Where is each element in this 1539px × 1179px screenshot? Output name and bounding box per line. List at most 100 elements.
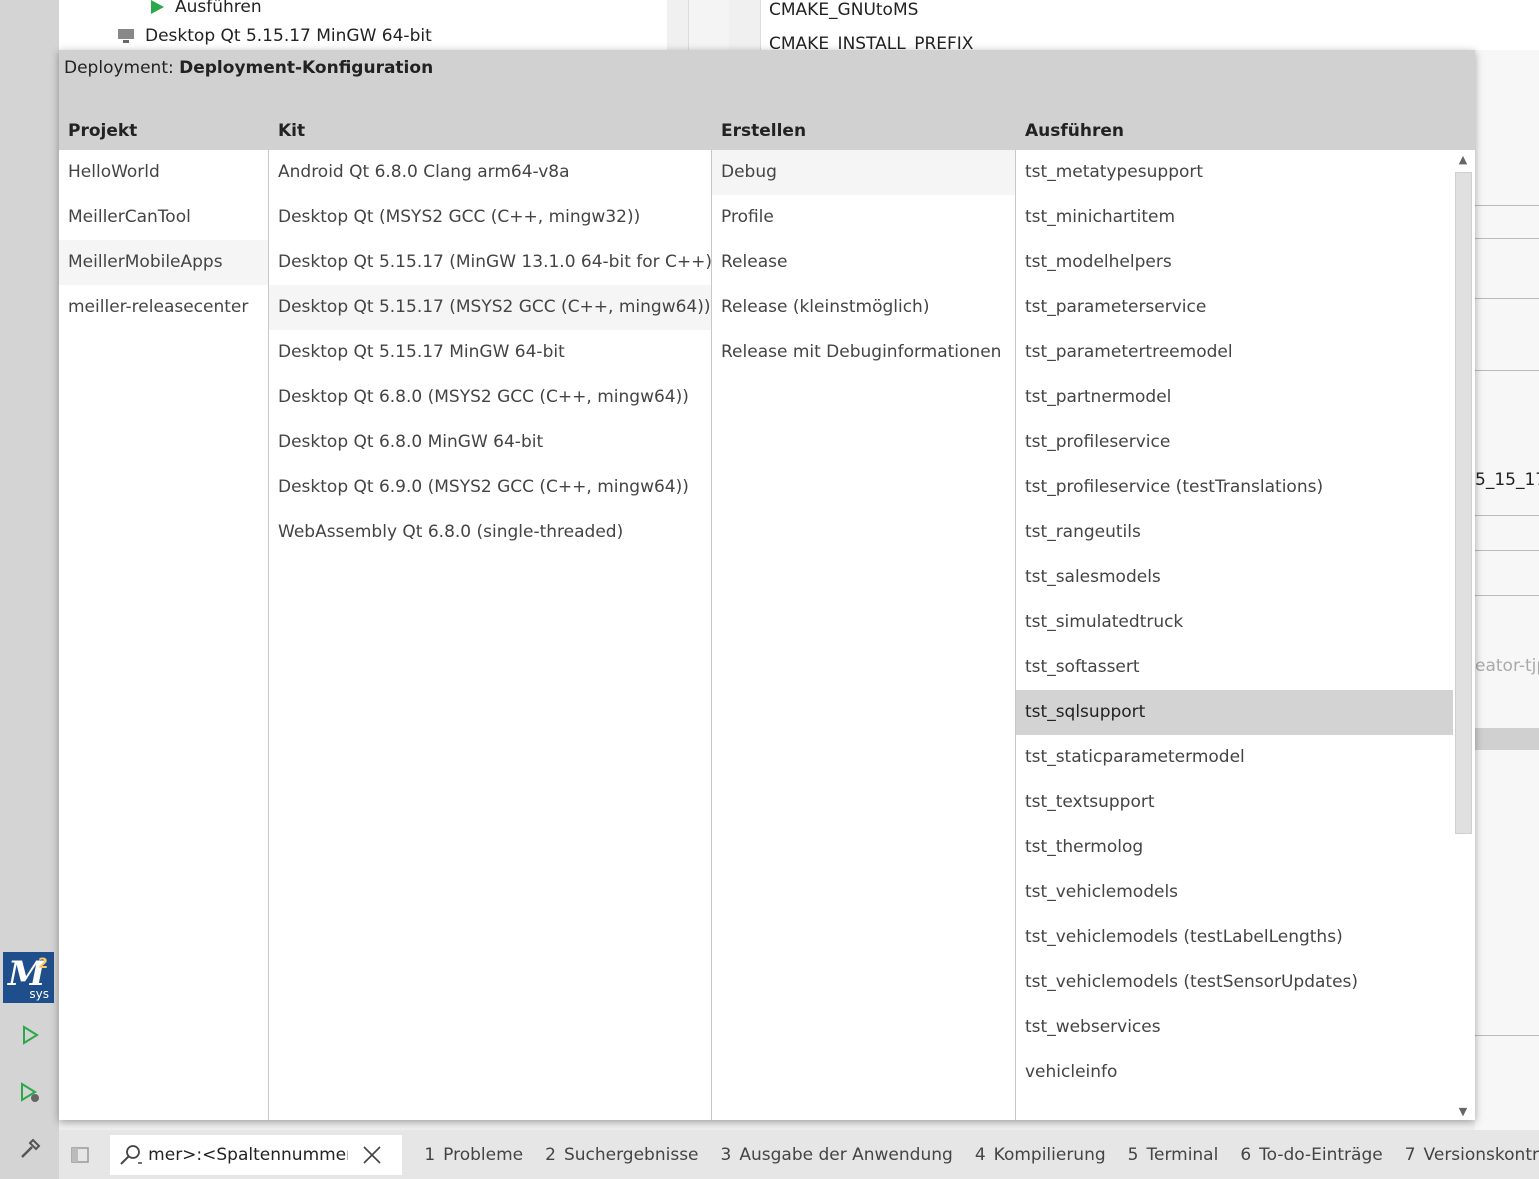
tree-run-label: Ausführen (175, 0, 262, 17)
editor-strip (688, 0, 729, 50)
locator-input[interactable] (148, 1144, 349, 1165)
list-item[interactable]: tst_simulatedtruck (1016, 600, 1453, 645)
monitor-icon (118, 29, 134, 43)
list-item[interactable]: Desktop Qt (MSYS2 GCC (C++, mingw32)) (269, 195, 711, 240)
scroll-thumb[interactable] (1455, 172, 1472, 834)
list-item[interactable]: vehicleinfo (1016, 1050, 1453, 1095)
ausfuehren-scrollbar[interactable]: ▲ ▼ (1453, 150, 1474, 1120)
search-icon (120, 1144, 143, 1165)
list-item[interactable]: tst_staticparametermodel (1016, 735, 1453, 780)
output-tab-number: 6 (1240, 1144, 1252, 1165)
list-item[interactable]: tst_metatypesupport (1016, 150, 1453, 195)
list-item[interactable]: Android Qt 6.8.0 Clang arm64-v8a (269, 150, 711, 195)
debug-run-button[interactable] (14, 1077, 46, 1109)
tree-item-run[interactable]: Ausführen (149, 0, 262, 19)
output-tab-label: Probleme (443, 1144, 524, 1165)
project-tree: Ausführen Desktop Qt 5.15.17 MinGW 64-bi… (59, 0, 667, 50)
list-item[interactable]: meiller-releasecenter (59, 285, 268, 330)
list-item[interactable]: tst_modelhelpers (1016, 240, 1453, 285)
scroll-down-icon[interactable]: ▼ (1455, 1104, 1471, 1118)
tree-item-kit[interactable]: Desktop Qt 5.15.17 MinGW 64-bit (117, 24, 432, 48)
list-item[interactable]: tst_rangeutils (1016, 510, 1453, 555)
list-item[interactable]: Profile (712, 195, 1015, 240)
output-tab[interactable]: 4 Kompilierung (975, 1145, 1106, 1165)
list-item[interactable]: tst_softassert (1016, 645, 1453, 690)
list-item[interactable]: tst_textsupport (1016, 780, 1453, 825)
list-item[interactable]: tst_sqlsupport (1016, 690, 1453, 735)
list-item[interactable]: HelloWorld (59, 150, 268, 195)
list-item[interactable]: tst_partnermodel (1016, 375, 1453, 420)
list-item[interactable]: Desktop Qt 5.15.17 (MinGW 13.1.0 64-bit … (269, 240, 711, 285)
list-item[interactable]: tst_minichartitem (1016, 195, 1453, 240)
divider (1475, 298, 1539, 299)
list-item[interactable]: Desktop Qt 6.9.0 (MSYS2 GCC (C++, mingw6… (269, 465, 711, 510)
list-item[interactable]: tst_parametertreemodel (1016, 330, 1453, 375)
list-item[interactable]: tst_salesmodels (1016, 555, 1453, 600)
sidebar-toggle-icon (70, 1146, 89, 1163)
tree-kit-label: Desktop Qt 5.15.17 MinGW 64-bit (145, 26, 432, 46)
build-button[interactable] (14, 1133, 46, 1165)
list-item[interactable]: MeillerCanTool (59, 195, 268, 240)
list-item[interactable]: Desktop Qt 6.8.0 MinGW 64-bit (269, 420, 711, 465)
m2sys-logo[interactable]: M 2 sys (3, 952, 54, 1003)
cmake-row[interactable]: CMAKE_GNUtoMS (769, 0, 918, 20)
output-tab[interactable]: 7 Versionskontr (1405, 1145, 1539, 1165)
run-triangle-icon (151, 0, 164, 14)
list-item[interactable]: Desktop Qt 5.15.17 (MSYS2 GCC (C++, ming… (269, 285, 711, 330)
ausfuehren-list: tst_metatypesupport tst_minichartitem tst_… (1016, 150, 1453, 1095)
list-item[interactable]: tst_vehiclemodels (testLabelLengths) (1016, 915, 1453, 960)
ausfuehren-header: Ausführen (1016, 112, 1475, 150)
divider (1475, 205, 1539, 206)
popup-title-value: Deployment-Konfiguration (179, 58, 434, 78)
popup-title-label: Deployment: (64, 58, 174, 78)
list-item[interactable]: Release (712, 240, 1015, 285)
list-item[interactable]: tst_thermolog (1016, 825, 1453, 870)
divider (1475, 1035, 1539, 1036)
toggle-sidebar-button[interactable] (59, 1134, 100, 1176)
list-item[interactable]: tst_profileservice (1016, 420, 1453, 465)
output-tab-number: 5 (1127, 1144, 1139, 1165)
list-item[interactable]: tst_vehiclemodels (testSensorUpdates) (1016, 960, 1453, 1005)
output-tab-number: 3 (720, 1144, 732, 1165)
ausfuehren-column: Ausführen tst_metatypesupport tst_minicha… (1016, 112, 1475, 1120)
list-item[interactable]: tst_vehiclemodels (1016, 870, 1453, 915)
settings-value: 5_15_17_ (1475, 470, 1539, 490)
divider (1475, 550, 1539, 551)
scroll-up-icon[interactable]: ▲ (1455, 152, 1471, 166)
projekt-header: Projekt (59, 112, 268, 150)
locator-field[interactable] (110, 1134, 403, 1175)
list-item[interactable]: tst_webservices (1016, 1005, 1453, 1050)
divider (1475, 595, 1539, 596)
list-item[interactable]: Debug (712, 150, 1015, 195)
list-item[interactable]: WebAssembly Qt 6.8.0 (single-threaded) (269, 510, 711, 555)
hammer-icon (21, 1138, 41, 1158)
list-item[interactable]: tst_parameterservice (1016, 285, 1453, 330)
output-tab-number: 2 (545, 1144, 556, 1165)
cmake-table: CMAKE_GNUtoMS CMAKE_INSTALL_PREFIX (760, 0, 1539, 54)
list-item[interactable]: tst_profileservice (testTranslations) (1016, 465, 1453, 510)
output-tab[interactable]: 1 Probleme (424, 1145, 523, 1165)
output-tab[interactable]: 5 Terminal (1128, 1145, 1219, 1165)
output-tab[interactable]: 2 Suchergebnisse (545, 1145, 698, 1165)
output-tab-label: Kompilierung (993, 1144, 1106, 1165)
list-item[interactable]: Release (kleinstmöglich) (712, 285, 1015, 330)
list-item[interactable]: Desktop Qt 5.15.17 MinGW 64-bit (269, 330, 711, 375)
target-selector-popup: Deployment: Deployment-Konfiguration Pro… (59, 50, 1475, 1120)
projekt-column: Projekt HelloWorld MeillerCanTool MeillerM… (59, 112, 268, 1120)
output-tabs: 1 Probleme 2 Suchergebnisse 3 Ausgabe der Anw… (402, 1145, 1539, 1165)
list-item[interactable]: Desktop Qt 6.8.0 (MSYS2 GCC (C++, mingw6… (269, 375, 711, 420)
divider (1475, 515, 1539, 516)
mode-bar: M 2 sys (0, 0, 59, 1179)
output-tab[interactable]: 6 To-do-Einträge (1240, 1145, 1382, 1165)
close-icon[interactable] (362, 1145, 382, 1165)
settings-panel: 5_15_17_ eator-tjp (1475, 50, 1539, 1130)
settings-highlight (1475, 728, 1539, 750)
output-tab[interactable]: 3 Ausgabe der Anwendung (721, 1145, 953, 1165)
list-item[interactable]: MeillerMobileApps (59, 240, 268, 285)
output-tab-label: Suchergebnisse (563, 1144, 699, 1165)
erstellen-list: Debug Profile Release Release (kleinstmögli… (712, 150, 1015, 375)
list-item[interactable]: Release mit Debuginformationen (712, 330, 1015, 375)
run-button[interactable] (14, 1019, 46, 1051)
erstellen-column: Erstellen Debug Profile Release Release (kl… (712, 112, 1015, 1120)
output-tab-number: 4 (974, 1144, 986, 1165)
